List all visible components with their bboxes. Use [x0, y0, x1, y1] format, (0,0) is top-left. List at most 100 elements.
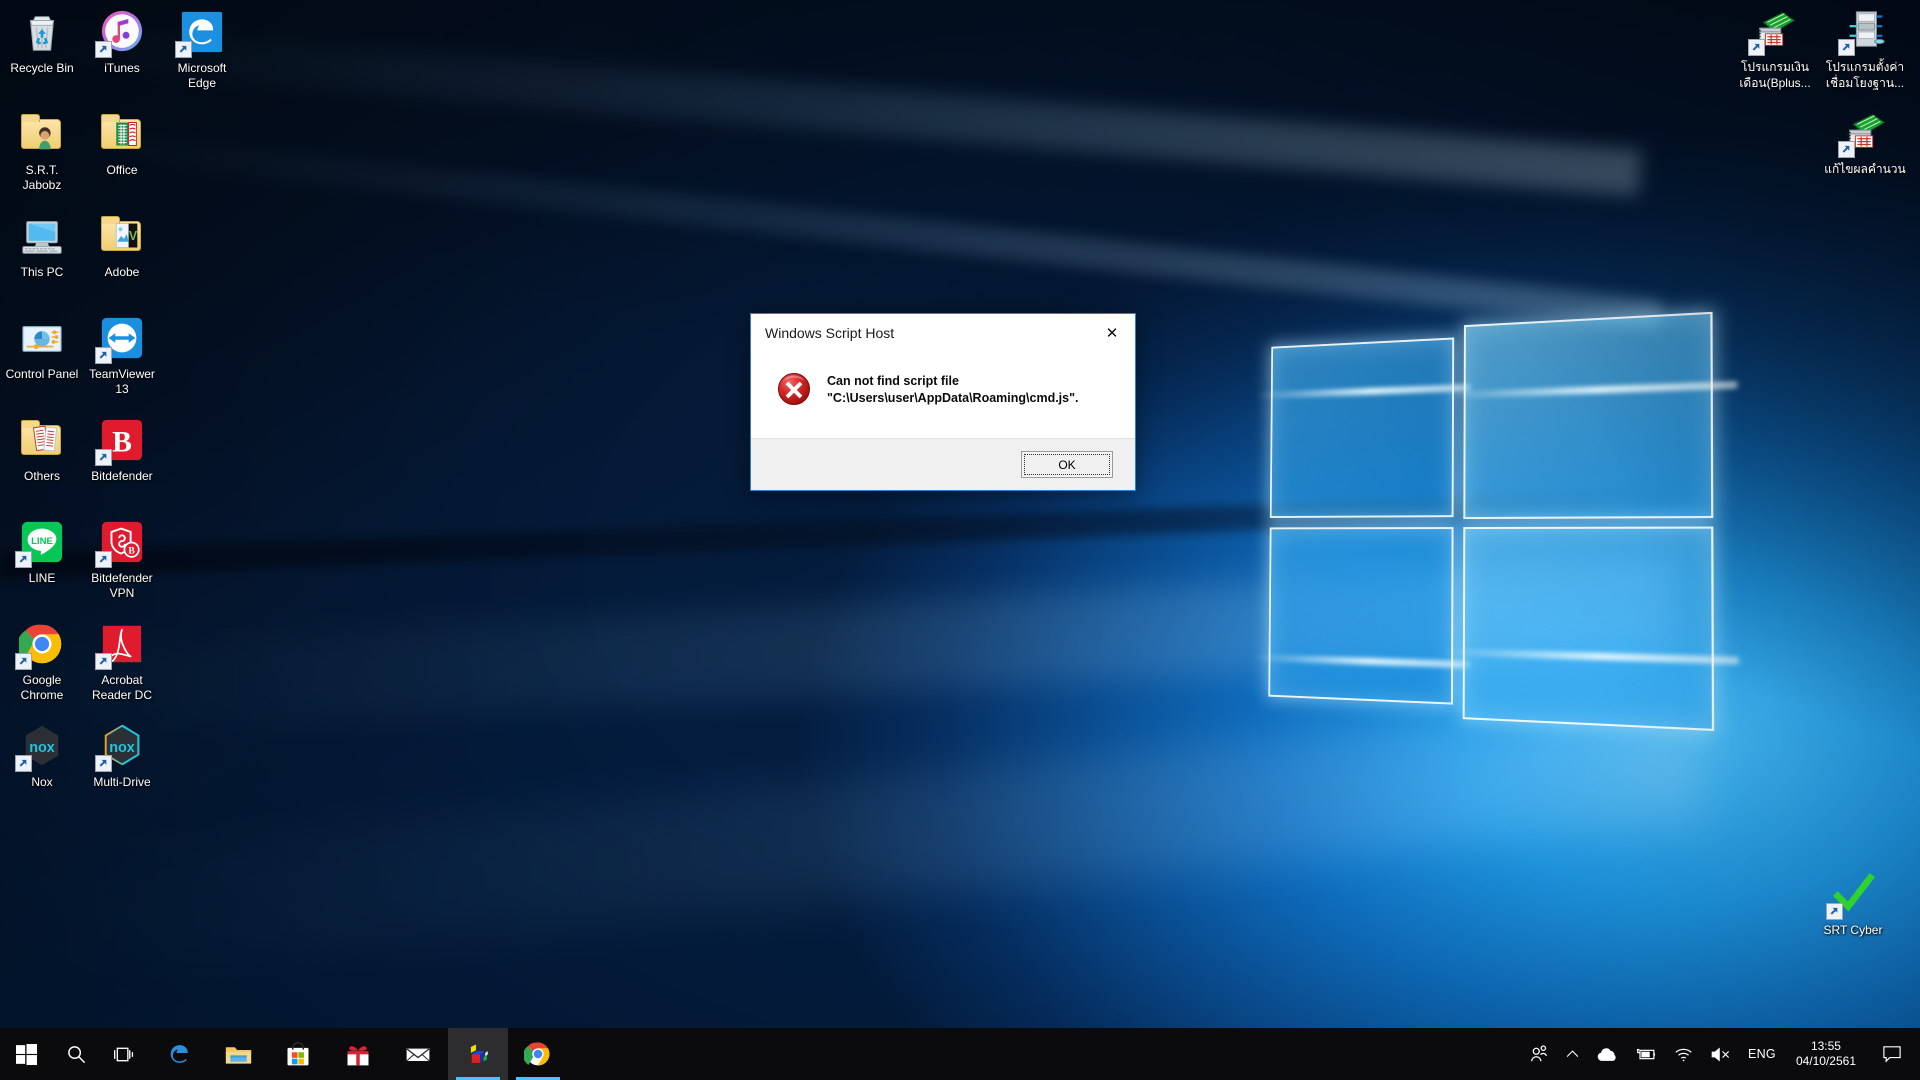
nox-icon: nox: [15, 722, 66, 772]
shortcut-arrow-icon: [15, 551, 32, 568]
desktop-icon-this-pc[interactable]: This PC: [4, 212, 80, 304]
gift-icon: [344, 1040, 372, 1068]
microsoft-edge-icon: [175, 8, 226, 58]
taskbar-app-mail[interactable]: [388, 1028, 448, 1080]
desktop-icon-line[interactable]: LINE LINE: [4, 518, 80, 610]
ok-button[interactable]: OK: [1021, 451, 1113, 478]
taskbar-app-chrome[interactable]: [508, 1028, 568, 1080]
desktop-icon-label: Nox: [31, 775, 53, 789]
google-chrome-icon: [524, 1040, 552, 1068]
desktop-icon-others[interactable]: Others: [4, 416, 80, 508]
desktop-icon-teamviewer[interactable]: TeamViewer 13: [84, 314, 160, 406]
desktop-icon-microsoft-edge[interactable]: Microsoft Edge: [164, 8, 240, 100]
desktop-icon-bitdefender-vpn[interactable]: B Bitdefender VPN: [84, 518, 160, 610]
shortcut-arrow-icon: [1838, 39, 1855, 56]
desktop-icon-label: Google Chrome: [20, 673, 64, 702]
desktop-icon-label: LINE: [28, 571, 56, 585]
itunes-icon: [95, 8, 146, 58]
svg-text:V: V: [129, 229, 138, 243]
search-button[interactable]: [52, 1028, 100, 1080]
taskbar-app-windows-script-host[interactable]: [448, 1028, 508, 1080]
show-hidden-icons-button[interactable]: [1557, 1028, 1588, 1080]
dialog-footer: OK: [751, 438, 1135, 490]
tray-clock[interactable]: 13:55 04/10/2561: [1784, 1028, 1868, 1080]
taskbar-app-microsoft-store[interactable]: [268, 1028, 328, 1080]
google-chrome-icon: [15, 620, 66, 670]
adobe-folder-icon: V: [98, 212, 146, 260]
tray-volume-icon[interactable]: [1702, 1028, 1740, 1080]
desktop-icon-payroll-program[interactable]: โปรแกรมเงินเดือน(Bplus...: [1732, 6, 1818, 98]
desktop-icon-empty-slot: [164, 212, 240, 304]
desktop-icon-bitdefender[interactable]: B Bitdefender: [84, 416, 160, 508]
tray-onedrive-icon[interactable]: [1588, 1028, 1626, 1080]
notification-icon: [1882, 1045, 1902, 1063]
start-button[interactable]: [0, 1028, 52, 1080]
mail-icon: [404, 1040, 432, 1068]
teamviewer-icon: [95, 314, 146, 364]
desktop-icon-multi-drive[interactable]: nox Multi-Drive: [84, 722, 160, 814]
taskbar-app-edge[interactable]: [148, 1028, 208, 1080]
desktop-icon-label: iTunes: [104, 61, 140, 75]
tray-language-indicator[interactable]: ENG: [1740, 1028, 1784, 1080]
desktop-icon-label: Control Panel: [5, 367, 79, 381]
line-icon: LINE: [15, 518, 66, 568]
dialog-message-line-1: Can not find script file: [827, 374, 959, 388]
desktop-icon-edit-calculation[interactable]: แก้ไขผลคำนวน: [1822, 108, 1908, 200]
recycle-bin-icon: [18, 8, 66, 56]
taskbar[interactable]: ENG 13:55 04/10/2561: [0, 1028, 1920, 1080]
taskbar-empty-area[interactable]: [568, 1028, 1521, 1080]
desktop-icon-grid-right: โปรแกรมเงินเดือน(Bplus... โปรแกรมตั้งค่า…: [1730, 6, 1910, 210]
desktop-icon-acrobat-reader[interactable]: Acrobat Reader DC: [84, 620, 160, 712]
this-pc-icon: [18, 212, 66, 260]
dialog-title-bar[interactable]: Windows Script Host ✕: [751, 314, 1135, 352]
desktop-icon-adobe[interactable]: V Adobe: [84, 212, 160, 304]
error-icon: [777, 372, 811, 406]
desktop-icon-empty-slot: [164, 722, 240, 814]
desktop-icon-recycle-bin[interactable]: Recycle Bin: [4, 8, 80, 100]
desktop-icon-label: Others: [23, 469, 60, 483]
desktop-icon-label: SRT Cyber: [1823, 923, 1883, 937]
task-view-button[interactable]: [100, 1028, 148, 1080]
desktop-icon-srt-cyber[interactable]: SRT Cyber: [1810, 870, 1896, 962]
dialog-body: Can not find script file "C:\Users\user\…: [751, 352, 1135, 438]
tray-date: 04/10/2561: [1795, 1054, 1856, 1068]
tray-battery-icon[interactable]: [1626, 1028, 1666, 1080]
desktop-icon-empty-slot: [164, 110, 240, 202]
desktop[interactable]: Recycle Bin iTunes Microsoft Edge S.R.T.…: [0, 0, 1920, 1080]
action-center-button[interactable]: [1868, 1028, 1916, 1080]
cloud-icon: [1596, 1046, 1618, 1063]
shortcut-arrow-icon: [95, 449, 112, 466]
taskbar-app-file-explorer[interactable]: [208, 1028, 268, 1080]
tray-time: 13:55: [1810, 1039, 1841, 1053]
desktop-icon-control-panel[interactable]: Control Panel: [4, 314, 80, 406]
desktop-icon-itunes[interactable]: iTunes: [84, 8, 160, 100]
desktop-icon-office[interactable]: Office: [84, 110, 160, 202]
shortcut-arrow-icon: [15, 653, 32, 670]
windows-logo-icon: [15, 1043, 37, 1065]
desktop-icon-label: แก้ไขผลคำนวน: [1824, 162, 1906, 176]
shortcut-arrow-icon: [1838, 141, 1855, 158]
wifi-icon: [1674, 1046, 1694, 1063]
desktop-icon-srt-jabobz[interactable]: S.R.T. Jabobz: [4, 110, 80, 202]
desktop-icon-nox[interactable]: nox Nox: [4, 722, 80, 814]
tray-people-button[interactable]: [1521, 1028, 1557, 1080]
desktop-icon-google-chrome[interactable]: Google Chrome: [4, 620, 80, 712]
tray-network-icon[interactable]: [1666, 1028, 1702, 1080]
shortcut-arrow-icon: [95, 755, 112, 772]
svg-text:nox: nox: [109, 740, 135, 756]
desktop-icon-db-link-setup[interactable]: โปรแกรมตั้งค่าเชื่อมโยงฐาน...: [1822, 6, 1908, 98]
close-icon[interactable]: ✕: [1089, 316, 1135, 350]
shortcut-arrow-icon: [95, 653, 112, 670]
dialog-title: Windows Script Host: [765, 325, 895, 341]
desktop-icon-label: Acrobat Reader DC: [91, 673, 153, 702]
microsoft-edge-icon: [163, 1039, 193, 1069]
desktop-icon-empty-slot: [164, 416, 240, 508]
user-folder-icon: [18, 110, 66, 158]
windows-script-host-dialog[interactable]: Windows Script Host ✕ Can not find scrip…: [750, 313, 1136, 491]
search-icon: [66, 1044, 87, 1065]
shortcut-arrow-icon: [1826, 903, 1843, 920]
desktop-icon-empty-slot: [164, 314, 240, 406]
shortcut-arrow-icon: [95, 347, 112, 364]
svg-text:nox: nox: [29, 740, 55, 756]
taskbar-app-gift[interactable]: [328, 1028, 388, 1080]
